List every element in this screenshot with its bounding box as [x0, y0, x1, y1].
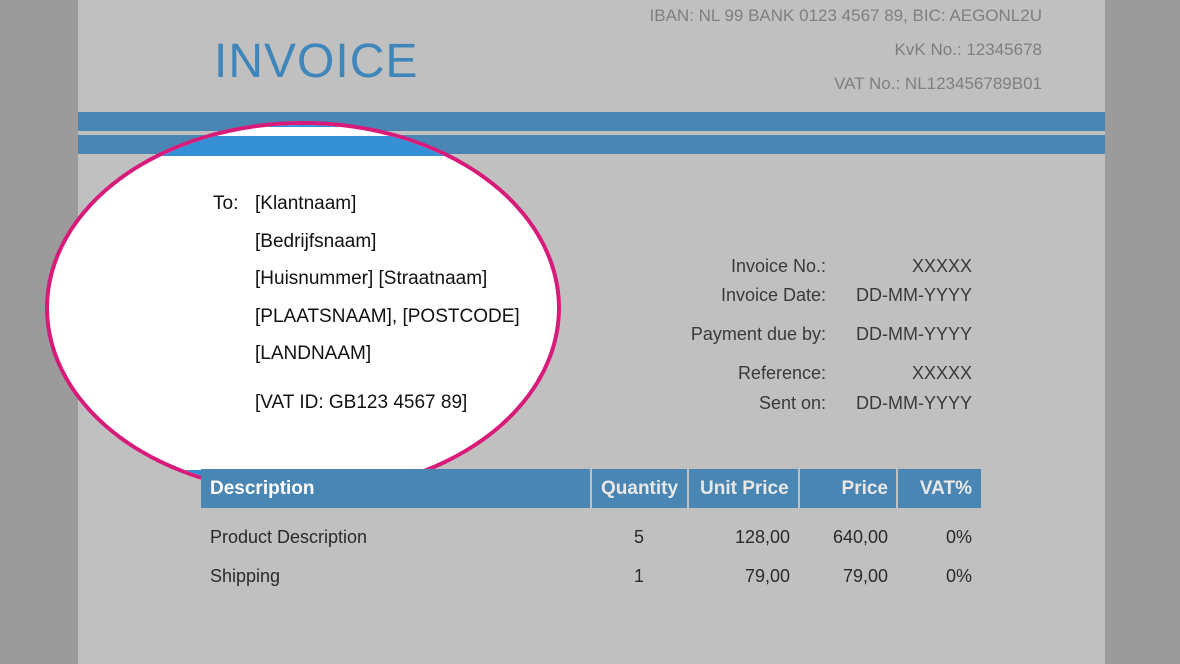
row-vat: 0%: [945, 566, 972, 586]
row-vat: 0%: [945, 527, 972, 547]
row-description: Shipping: [210, 566, 281, 586]
table-row: Product Description 5 128,00 640,00 0%: [201, 527, 981, 551]
detail-label: Invoice No.:: [730, 256, 826, 276]
table-row: Shipping 1 79,00 79,00 0%: [201, 566, 981, 590]
detail-sent-on: Sent on: DD-MM-YYYY: [600, 392, 972, 414]
row-description: Product Description: [210, 527, 368, 547]
row-quantity: 1: [633, 566, 644, 586]
recipient-address: [Klantnaam] [Bedrijfsnaam] [Huisnummer] …: [255, 193, 520, 429]
detail-invoice-date: Invoice Date: DD-MM-YYYY: [600, 284, 972, 306]
header-description: Description: [210, 478, 315, 499]
detail-value: DD-MM-YYYY: [856, 324, 972, 344]
detail-label: Invoice Date:: [720, 285, 826, 305]
header-divider: [798, 469, 800, 508]
row-unit-price: 79,00: [744, 566, 790, 586]
highlight-band-bottom: [49, 136, 557, 156]
header-vat: VAT%: [919, 478, 972, 499]
detail-invoice-no: Invoice No.: XXXXX: [600, 255, 972, 277]
recipient-company: [Bedrijfsnaam]: [255, 230, 377, 252]
detail-label: Reference:: [737, 363, 826, 383]
recipient-country: [LANDNAAM]: [255, 343, 372, 364]
company-bank: IBAN: NL 99 BANK 0123 4567 89, BIC: AEGO…: [649, 6, 1042, 25]
detail-payment-due: Payment due by: DD-MM-YYYY: [600, 323, 972, 345]
detail-value: DD-MM-YYYY: [856, 285, 972, 305]
header-divider: [590, 469, 592, 508]
row-price: 640,00: [832, 527, 888, 547]
row-price: 79,00: [842, 566, 888, 586]
recipient-name: [Klantnaam]: [255, 193, 357, 214]
detail-value: DD-MM-YYYY: [856, 393, 972, 413]
header-quantity: Quantity: [601, 478, 679, 499]
row-quantity: 5: [633, 527, 644, 547]
recipient-street: [Huisnummer] [Straatnaam]: [255, 268, 488, 289]
header-divider: [687, 469, 689, 508]
detail-value: XXXXX: [911, 256, 972, 276]
detail-label: Sent on:: [758, 393, 826, 413]
detail-reference: Reference: XXXXX: [600, 362, 972, 384]
detail-value: XXXXX: [911, 363, 972, 383]
recipient-city: [PLAATSNAAM], [POSTCODE]: [255, 305, 520, 327]
invoice-title: INVOICE: [214, 35, 419, 88]
company-info: IBAN: NL 99 BANK 0123 4567 89, BIC: AEGO…: [650, 6, 1042, 108]
company-vat: VAT No.: NL123456789B01: [834, 74, 1042, 93]
header-divider: [896, 469, 898, 508]
detail-label: Payment due by:: [690, 324, 826, 344]
row-unit-price: 128,00: [734, 527, 790, 547]
recipient-vat-id: [VAT ID: GB123 4567 89]: [255, 391, 468, 413]
header-unit-price: Unit Price: [700, 478, 789, 499]
items-table-header: Description Quantity Unit Price Price VA…: [201, 469, 981, 508]
recipient-to-label: To:: [213, 193, 239, 214]
header-price: Price: [841, 478, 888, 499]
company-kvk: KvK No.: 12345678: [894, 40, 1042, 59]
